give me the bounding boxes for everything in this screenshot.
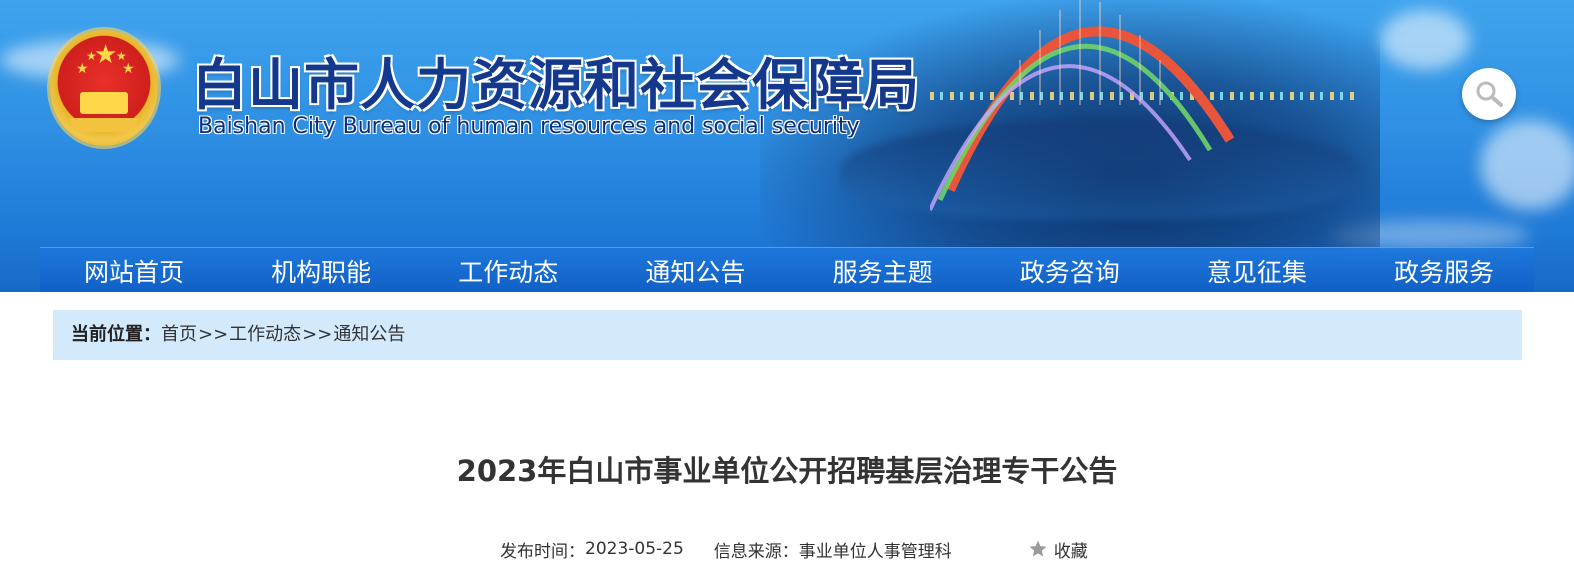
- tiananmen-gate-shape: [80, 92, 128, 114]
- breadcrumb-link-home[interactable]: 首页: [161, 324, 197, 345]
- star-icon: ★: [122, 61, 135, 77]
- nav-item-feedback[interactable]: 意见征集: [1207, 248, 1307, 292]
- article-meta: 发布时间： 2023-05-25 信息来源： 事业单位人事管理科 收藏: [500, 537, 1088, 562]
- nav-item-consulting[interactable]: 政务咨询: [1020, 248, 1120, 292]
- search-icon: [1476, 81, 1503, 107]
- publish-date: 2023-05-25: [585, 539, 684, 559]
- search-button[interactable]: [1462, 68, 1516, 120]
- star-icon: [1029, 540, 1047, 557]
- bridge-arch-image: [930, 0, 1235, 211]
- breadcrumb-label: 当前位置：: [71, 324, 161, 345]
- breadcrumb: 当前位置：首页>>工作动态>>通知公告: [53, 310, 1522, 360]
- site-title: 白山市人力资源和社会保障局: [192, 53, 921, 117]
- breadcrumb-link-notices[interactable]: 通知公告: [333, 324, 405, 345]
- publish-label: 发布时间：: [500, 541, 585, 562]
- nav-item-notices[interactable]: 通知公告: [645, 248, 745, 292]
- cloud-decoration: [1380, 10, 1470, 70]
- source-label: 信息来源：: [713, 541, 799, 562]
- star-icon: ★: [94, 40, 118, 70]
- star-icon: ★: [86, 49, 97, 63]
- favorite-label: 收藏: [1053, 541, 1088, 562]
- cloud-decoration: [1480, 120, 1574, 210]
- site-subtitle-en: Baishan City Bureau of human resources a…: [198, 114, 860, 139]
- star-icon: ★: [76, 61, 89, 77]
- main-nav: 网站首页 机构职能 工作动态 通知公告 服务主题 政务咨询 意见征集 政务服务: [40, 247, 1534, 292]
- emblem-ribbon: [70, 118, 138, 132]
- source-value: 事业单位人事管理科: [798, 541, 952, 562]
- breadcrumb-separator: >>: [198, 324, 229, 345]
- national-emblem-icon: ★ ★ ★ ★ ★: [50, 30, 158, 146]
- nav-item-work-news[interactable]: 工作动态: [458, 248, 558, 292]
- header-banner: ★ ★ ★ ★ ★ 白山市人力资源和社会保障局 Baishan City Bur…: [0, 0, 1574, 292]
- article-title: 2023年白山市事业单位公开招聘基层治理专干公告: [456, 454, 1118, 488]
- nav-item-services[interactable]: 服务主题: [833, 248, 933, 292]
- favorite-button[interactable]: 收藏: [1028, 537, 1088, 562]
- breadcrumb-separator: >>: [302, 324, 333, 345]
- nav-item-functions[interactable]: 机构职能: [271, 248, 371, 292]
- breadcrumb-link-work-news[interactable]: 工作动态: [229, 324, 301, 345]
- nav-item-gov-services[interactable]: 政务服务: [1394, 248, 1494, 292]
- nav-item-home[interactable]: 网站首页: [84, 248, 184, 292]
